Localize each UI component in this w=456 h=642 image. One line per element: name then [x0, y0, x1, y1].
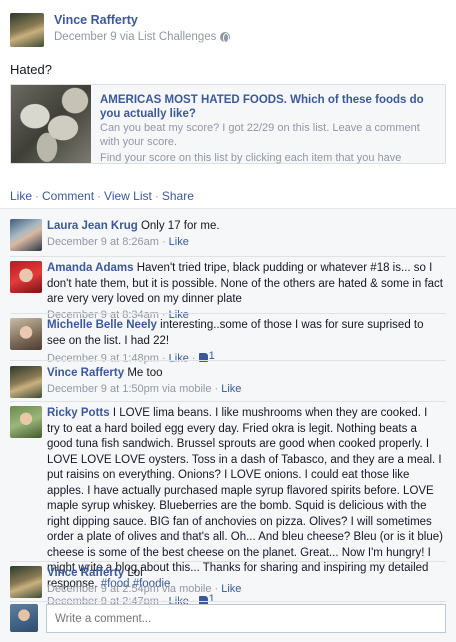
- view-list-action[interactable]: View List: [104, 189, 152, 203]
- comment-like-link[interactable]: Like: [169, 352, 189, 364]
- shared-link-title[interactable]: AMERICAS MOST HATED FOODS. Which of thes…: [100, 93, 430, 121]
- comments-section: Laura Jean Krug Only 17 for me. December…: [0, 208, 456, 642]
- post-header: Vince Rafferty December 9 via List Chall…: [10, 10, 446, 50]
- commenter-avatar[interactable]: [10, 318, 42, 350]
- post-meta: December 9 via List Challenges: [54, 31, 231, 43]
- comment-body: Vince Rafferty Lol December 9 at 2:54pm …: [47, 566, 443, 597]
- comment: Amanda Adams Haven't tried tripe, black …: [10, 261, 446, 321]
- comment-meta: December 9 at 2:54pm via mobile · Like: [47, 582, 242, 595]
- author-avatar[interactable]: [10, 13, 44, 47]
- commenter-avatar[interactable]: [10, 219, 42, 251]
- separator: ·: [97, 189, 102, 203]
- comment: Vince Rafferty Lol December 9 at 2:54pm …: [10, 566, 446, 598]
- current-user-avatar: [10, 604, 38, 632]
- comment-text: Only 17 for me.: [140, 220, 220, 232]
- comment: Ricky Potts I LOVE lima beans. I like mu…: [10, 406, 446, 607]
- comment-divider: [10, 313, 446, 314]
- separator: ·: [154, 189, 159, 203]
- comment-divider: [10, 256, 446, 257]
- comment: Michelle Belle Neely interesting..some o…: [10, 318, 446, 366]
- share-action[interactable]: Share: [162, 189, 194, 203]
- comment-timestamp[interactable]: December 9 at 8:26am: [47, 236, 159, 248]
- commenter-avatar[interactable]: [10, 261, 42, 293]
- post-actions: Like · Comment · View List · Share: [10, 189, 194, 203]
- comment: Vince Rafferty Me too December 9 at 1:50…: [10, 366, 446, 398]
- like-count-value: 1: [208, 350, 215, 362]
- commenter-avatar[interactable]: [10, 566, 42, 598]
- comment-text: Me too: [127, 367, 163, 379]
- commenter-avatar[interactable]: [10, 366, 42, 398]
- comment-body: Laura Jean Krug Only 17 for me. December…: [47, 219, 443, 250]
- post-text: Hated?: [10, 62, 52, 77]
- comment-body: Vince Rafferty Me too December 9 at 1:50…: [47, 366, 443, 397]
- comment-like-count[interactable]: 1: [198, 349, 215, 365]
- commenter-name[interactable]: Vince Rafferty: [47, 567, 124, 579]
- commenter-name[interactable]: Ricky Potts: [47, 407, 110, 419]
- separator: ·: [35, 189, 40, 203]
- comment-divider: [10, 561, 446, 562]
- comment-timestamp[interactable]: December 9 at 1:48pm: [47, 352, 159, 364]
- comment-text: Lol: [127, 567, 143, 579]
- comment-like-link[interactable]: Like: [221, 383, 241, 395]
- shared-link-subtext: Find your score on this list by clicking…: [100, 152, 402, 164]
- post-timestamp[interactable]: December 9 via List Challenges: [54, 31, 216, 43]
- post-author-link[interactable]: Vince Rafferty: [54, 13, 138, 27]
- commenter-name[interactable]: Michelle Belle Neely: [47, 319, 157, 331]
- comment-meta: December 9 at 1:48pm · Like · 1: [47, 349, 215, 365]
- shared-link-summary: Can you beat my score? I got 22/29 on th…: [100, 122, 420, 148]
- comment-like-link[interactable]: Like: [221, 583, 241, 595]
- comment-meta: December 9 at 1:50pm via mobile · Like: [47, 382, 242, 395]
- comment-timestamp[interactable]: December 9 at 1:50pm via mobile: [47, 383, 211, 395]
- comment-divider: [10, 601, 446, 602]
- like-action[interactable]: Like: [10, 189, 32, 203]
- globe-icon[interactable]: [220, 32, 231, 43]
- oysters-thumbnail[interactable]: [11, 85, 91, 163]
- comment-action[interactable]: Comment: [42, 189, 94, 203]
- comment-text: I LOVE lima beans. I like mushrooms when…: [47, 407, 443, 590]
- comment-like-link[interactable]: Like: [169, 236, 189, 248]
- write-comment-input[interactable]: [46, 604, 446, 633]
- commenter-avatar[interactable]: [10, 406, 42, 438]
- commenter-name[interactable]: Amanda Adams: [47, 262, 134, 274]
- shared-link-description: Can you beat my score? I got 22/29 on th…: [100, 121, 435, 165]
- comment-timestamp[interactable]: December 9 at 2:54pm via mobile: [47, 583, 211, 595]
- commenter-name[interactable]: Laura Jean Krug: [47, 220, 138, 232]
- comment-divider: [10, 401, 446, 402]
- comment: Laura Jean Krug Only 17 for me. December…: [10, 219, 446, 251]
- commenter-name[interactable]: Vince Rafferty: [47, 367, 124, 379]
- comment-divider: [10, 360, 446, 361]
- comment-meta: December 9 at 8:26am · Like: [47, 235, 189, 248]
- shared-link-preview[interactable]: AMERICAS MOST HATED FOODS. Which of thes…: [10, 84, 446, 164]
